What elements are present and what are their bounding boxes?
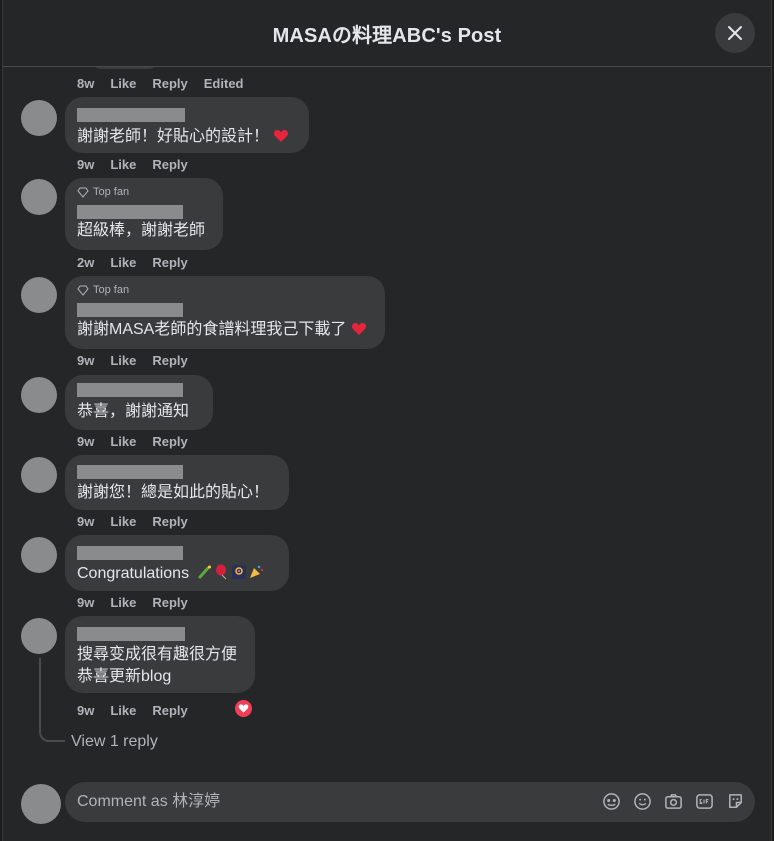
- champagne-icon: [198, 565, 211, 579]
- comment-actions: 9w Like Reply: [77, 703, 188, 718]
- top-fan-badge: Top fan: [77, 283, 373, 297]
- avatar[interactable]: [21, 100, 57, 136]
- comment-actions: 9w Like Reply: [77, 157, 188, 172]
- avatar[interactable]: [21, 377, 57, 413]
- commenter-name-redacted[interactable]: [77, 465, 183, 479]
- like-button[interactable]: Like: [110, 434, 136, 449]
- comment-actions: 8w Like Reply Edited: [77, 76, 244, 91]
- balloon-icon: [215, 564, 226, 580]
- comment-bubble: 謝謝老師！好貼心的設計！: [65, 97, 309, 153]
- red-heart-icon: [274, 130, 289, 142]
- comment-time[interactable]: 9w: [77, 157, 94, 172]
- comment-text: 超級棒，謝謝老師: [77, 222, 206, 239]
- fireworks-icon: [231, 565, 246, 579]
- reply-button[interactable]: Reply: [152, 703, 187, 718]
- emoji-button[interactable]: [633, 792, 652, 811]
- comment-time[interactable]: 9w: [77, 353, 94, 368]
- comment-time[interactable]: 9w: [77, 514, 94, 529]
- comment-bubble-partial: [93, 67, 157, 69]
- like-button[interactable]: Like: [110, 76, 136, 91]
- comment-actions: 9w Like Reply: [77, 353, 188, 368]
- avatar[interactable]: [21, 537, 57, 573]
- reply-button[interactable]: Reply: [152, 157, 187, 172]
- celebration-emoji-icons: [197, 564, 264, 580]
- heart-icon: [238, 704, 249, 713]
- commenter-name-redacted[interactable]: [77, 627, 185, 641]
- avatar[interactable]: [21, 277, 57, 313]
- avatar[interactable]: [21, 457, 57, 493]
- sticker-button[interactable]: [726, 792, 745, 811]
- comment-text-line2: 恭喜更新blog: [77, 668, 172, 685]
- reply-button[interactable]: Reply: [152, 434, 187, 449]
- composer-tools: [602, 792, 745, 811]
- comment-actions: 9w Like Reply: [77, 595, 188, 610]
- comment-bubble: 搜尋变成很有趣很方便 恭喜更新blog: [65, 616, 255, 693]
- comment-bubble: Top fan 超級棒，謝謝老師: [65, 178, 223, 250]
- reply-thread-connector: [39, 658, 65, 742]
- like-button[interactable]: Like: [110, 157, 136, 172]
- comment-composer: [3, 770, 771, 841]
- comment-actions: 9w Like Reply: [77, 514, 188, 529]
- top-fan-badge: Top fan: [77, 185, 211, 199]
- comment-bubble: 恭喜，謝謝通知: [65, 375, 213, 430]
- edited-label[interactable]: Edited: [204, 76, 244, 91]
- close-button[interactable]: [715, 13, 755, 53]
- like-button[interactable]: Like: [110, 703, 136, 718]
- comment-actions: 2w Like Reply: [77, 255, 188, 270]
- comment-text-line1: 搜尋变成很有趣很方便: [77, 646, 238, 663]
- reply-button[interactable]: Reply: [152, 255, 187, 270]
- gif-button[interactable]: [695, 792, 714, 811]
- current-user-avatar[interactable]: [21, 784, 61, 824]
- comment-bubble: Top fan 謝謝MASA老師的食譜料理我己下載了: [65, 276, 385, 349]
- camera-icon: [665, 794, 682, 809]
- camera-button[interactable]: [664, 792, 683, 811]
- diamond-icon: [77, 285, 89, 296]
- comment-text: 謝謝MASA老師的食譜料理我己下載了: [77, 321, 347, 338]
- view-replies-link[interactable]: View 1 reply: [71, 733, 158, 751]
- party-popper-icon: [249, 565, 263, 578]
- commenter-name-redacted[interactable]: [77, 383, 183, 397]
- comment-text: 謝謝老師！好貼心的設計！: [77, 128, 270, 145]
- red-heart-icon: [351, 323, 366, 335]
- comment-text: 恭喜，謝謝通知: [77, 403, 190, 420]
- avatar[interactable]: [21, 618, 57, 654]
- emoji-icon: [634, 793, 651, 810]
- like-button[interactable]: Like: [110, 353, 136, 368]
- reply-button[interactable]: Reply: [152, 514, 187, 529]
- comment-text: Congratulations: [77, 565, 190, 582]
- commenter-name-redacted[interactable]: [77, 108, 185, 122]
- like-button[interactable]: Like: [110, 595, 136, 610]
- diamond-icon: [77, 187, 89, 198]
- reply-button[interactable]: Reply: [152, 353, 187, 368]
- commenter-name-redacted[interactable]: [77, 205, 183, 219]
- like-button[interactable]: Like: [110, 514, 136, 529]
- commenter-name-redacted[interactable]: [77, 303, 183, 317]
- comment-bubble: 謝謝您！總是如此的貼心！: [65, 455, 289, 510]
- sticker-icon: [729, 794, 742, 808]
- comments-list[interactable]: 8w Like Reply Edited 謝謝老師！好貼心的設計！ 9w Lik…: [3, 67, 771, 767]
- avatar-sticker-button[interactable]: [602, 792, 621, 811]
- comment-actions: 9w Like Reply: [77, 434, 188, 449]
- top-fan-label: Top fan: [93, 284, 130, 296]
- comment-time[interactable]: 8w: [77, 76, 94, 91]
- love-reaction-badge[interactable]: [233, 698, 254, 719]
- avatar[interactable]: [21, 179, 57, 215]
- avatar-sticker-icon: [603, 793, 620, 810]
- dialog-header: MASAの料理ABC's Post: [3, 0, 771, 67]
- reply-button[interactable]: Reply: [152, 76, 187, 91]
- close-icon: [728, 26, 742, 40]
- like-button[interactable]: Like: [110, 255, 136, 270]
- comment-time[interactable]: 9w: [77, 434, 94, 449]
- comment-text: 謝謝您！總是如此的貼心！: [77, 484, 270, 501]
- comment-time[interactable]: 9w: [77, 703, 94, 718]
- comment-time[interactable]: 2w: [77, 255, 94, 270]
- commenter-name-redacted[interactable]: [77, 546, 183, 560]
- dialog-title: MASAの料理ABC's Post: [272, 24, 502, 47]
- post-dialog: MASAの料理ABC's Post 8w Like Reply Edited 謝…: [2, 0, 772, 841]
- comment-bubble: Congratulations: [65, 535, 289, 591]
- reply-button[interactable]: Reply: [152, 595, 187, 610]
- gif-icon: [696, 794, 713, 809]
- comment-time[interactable]: 9w: [77, 595, 94, 610]
- top-fan-label: Top fan: [93, 186, 130, 198]
